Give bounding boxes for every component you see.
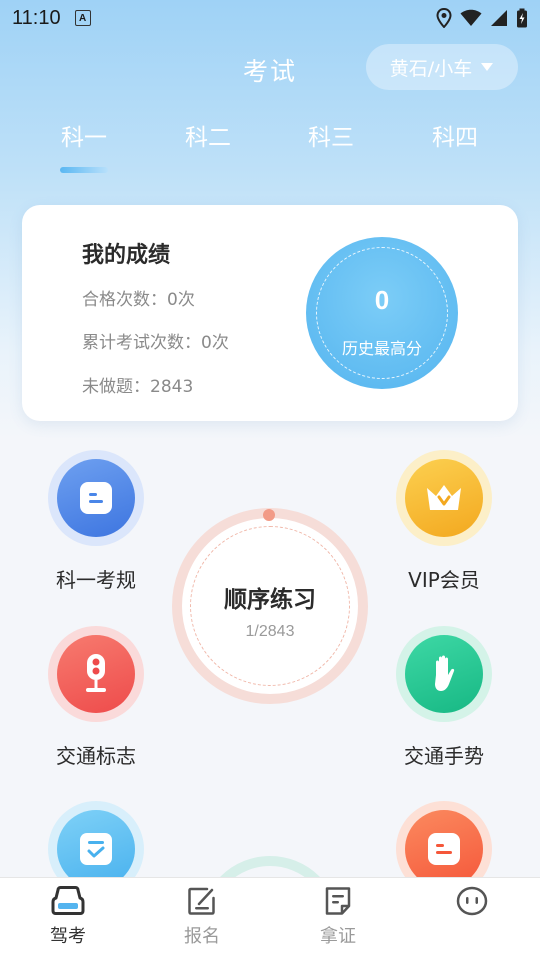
status-icons: [436, 8, 528, 28]
bottom-nav: 驾考 报名 拿证: [0, 877, 540, 960]
score-card[interactable]: 我的成绩 合格次数：0次 累计考试次数：0次 未做题：2843 0 历史最高分: [22, 205, 518, 421]
best-score-circle: 0 历史最高分: [306, 237, 458, 389]
practice-progress-dot: [263, 509, 275, 521]
header: 考试 黄石/小车: [0, 44, 540, 92]
location-icon: [436, 8, 452, 28]
vip-halo: [396, 450, 492, 546]
region-selector[interactable]: 黄石/小车: [366, 44, 518, 90]
active-tab-indicator: [60, 167, 108, 173]
rules-label: 科一考规: [56, 568, 136, 592]
traffic-signs-halo: [48, 626, 144, 722]
tab-subject-1[interactable]: 科一: [34, 118, 134, 152]
region-label: 黄石/小车: [389, 57, 473, 80]
tab-subject-4[interactable]: 科四: [405, 118, 505, 152]
hand-icon: [405, 635, 483, 713]
nav-label-exam: 驾考: [50, 926, 86, 947]
rules-halo: [48, 450, 144, 546]
status-time: 11:10: [12, 6, 61, 29]
practice-title: 顺序练习: [224, 587, 316, 613]
battery-icon: [517, 8, 527, 28]
nav-item-exam[interactable]: 驾考: [28, 886, 108, 948]
traffic-light-icon: [57, 635, 135, 713]
wifi-icon: [460, 9, 482, 26]
license-icon: [325, 887, 351, 915]
status-bar: 11:10 A: [0, 0, 540, 36]
unanswered-count: 未做题：2843: [82, 377, 194, 397]
score-title: 我的成绩: [82, 243, 171, 268]
nav-label-signup: 报名: [184, 926, 220, 947]
traffic-gestures-label: 交通手势: [404, 744, 484, 768]
nav-item-signup[interactable]: 报名: [162, 886, 242, 948]
tab-subject-3[interactable]: 科三: [281, 118, 381, 152]
traffic-signs-label: 交通标志: [56, 744, 136, 768]
face-icon: [456, 886, 488, 916]
subject-tabs: 科一 科二 科三 科四: [0, 118, 540, 178]
total-exam-count: 累计考试次数：0次: [82, 333, 229, 353]
notification-icon: A: [74, 10, 91, 26]
tab-subject-2[interactable]: 科二: [158, 118, 258, 152]
signal-icon: [491, 10, 507, 26]
caret-down-icon: [481, 63, 494, 71]
crown-icon: [405, 459, 483, 537]
best-score-label: 历史最高分: [341, 339, 422, 358]
nav-item-license[interactable]: 拿证: [298, 886, 378, 948]
practice-progress: 1/2843: [245, 623, 295, 640]
edit-icon: [188, 887, 215, 915]
rules-icon: [57, 459, 135, 537]
passed-count: 合格次数：0次: [82, 290, 195, 310]
traffic-gestures-halo: [396, 626, 492, 722]
nav-label-license: 拿证: [320, 926, 356, 947]
car-icon: [51, 886, 85, 915]
nav-item-profile[interactable]: [432, 886, 512, 922]
best-score-value: 0: [374, 285, 390, 315]
vip-label: VIP会员: [408, 568, 480, 592]
